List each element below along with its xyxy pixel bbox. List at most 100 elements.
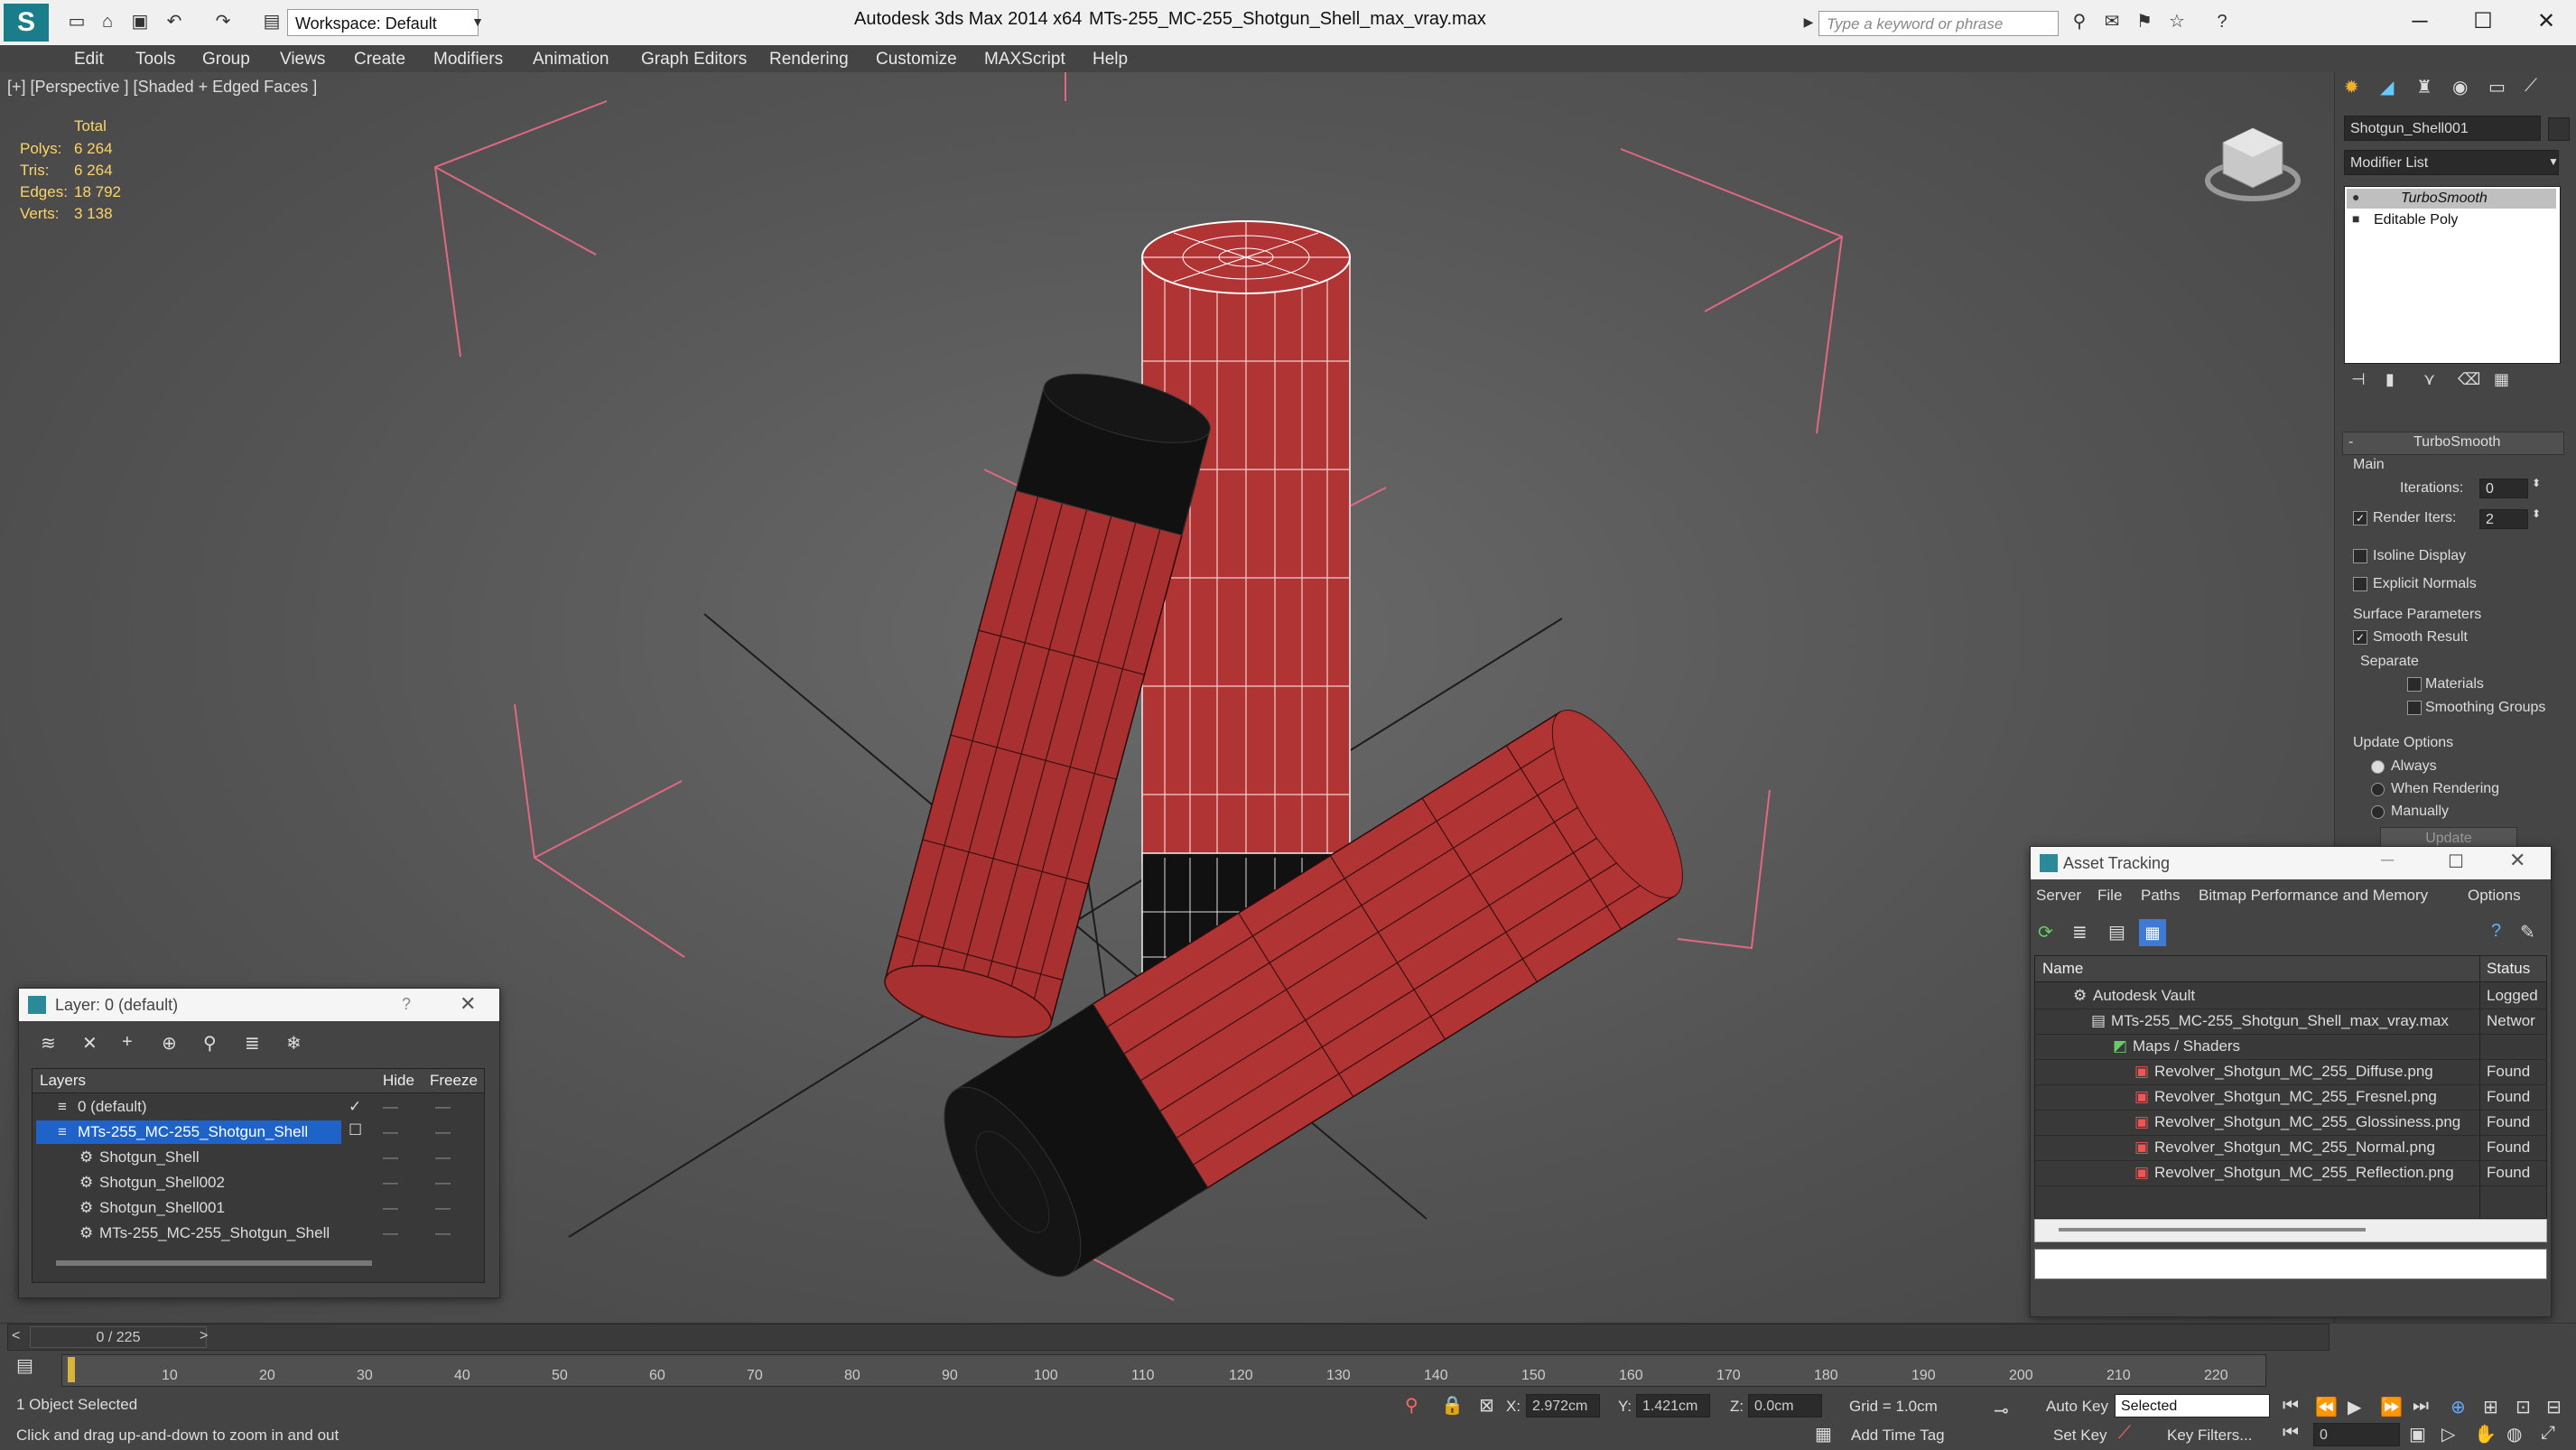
key-filters-label[interactable]: Key Filters... — [2167, 1427, 2252, 1445]
zoom-icon[interactable]: ⊕ — [2450, 1396, 2466, 1418]
col-status[interactable]: Status — [2487, 960, 2530, 978]
layer-window-titlebar[interactable]: Layer: 0 (default) ? ✕ — [19, 989, 499, 1021]
asset-row-max-file[interactable]: ▤ MTs-255_MC-255_Shotgun_Shell_max_vray.… — [2035, 1008, 2546, 1035]
isoline-display-checkbox[interactable] — [2353, 549, 2367, 563]
pin-icon[interactable]: ✎ — [2520, 921, 2535, 943]
layer-horizontal-scrollbar[interactable] — [56, 1260, 372, 1266]
modify-tab-icon[interactable]: ◢ — [2380, 76, 2394, 98]
table-view-icon[interactable]: ▤ — [2108, 921, 2125, 943]
hierarchy-tab-icon[interactable]: ♜ — [2416, 76, 2432, 98]
set-key-label[interactable]: Set Key — [2053, 1427, 2107, 1445]
asset-row-texture[interactable]: ▣ Revolver_Shotgun_MC_255_Glossiness.png… — [2035, 1110, 2546, 1136]
refresh-icon[interactable]: ⟳ — [2038, 921, 2053, 943]
delete-layer-icon[interactable]: ✕ — [82, 1032, 98, 1055]
select-in-layer-icon[interactable]: ⊕ — [162, 1032, 177, 1055]
create-tab-icon[interactable]: ✹ — [2344, 76, 2359, 98]
isolate-selection-icon[interactable]: ⚲ — [1405, 1394, 1418, 1417]
smooth-result-checkbox[interactable]: ✓ — [2353, 630, 2367, 645]
materials-checkbox[interactable] — [2407, 677, 2422, 692]
track-bar-icon[interactable]: ▤ — [16, 1354, 33, 1377]
current-layer-check-icon[interactable]: ✓ — [349, 1098, 361, 1116]
menu-graph-editors[interactable]: Graph Editors — [641, 50, 747, 70]
freeze-toggle[interactable]: — — [435, 1224, 451, 1242]
slider-next-icon[interactable]: > — [200, 1328, 208, 1344]
modifier-list-chevron-icon[interactable]: ▼ — [2548, 155, 2559, 168]
asset-row-maps[interactable]: ◩ Maps / Shaders — [2035, 1034, 2546, 1060]
app-logo-icon[interactable]: S — [4, 4, 49, 42]
iterations-spinner-arrows-icon[interactable]: ⬍ — [2532, 477, 2541, 489]
asset-close-icon[interactable]: ✕ — [2509, 849, 2525, 872]
x-coordinate-field[interactable]: 2.972cm — [1526, 1394, 1600, 1417]
layer-row[interactable]: ⚙ Shotgun_Shell002 — — — [33, 1170, 484, 1195]
freeze-toggle[interactable]: — — [435, 1199, 451, 1217]
time-slider-thumb[interactable]: 0 / 225 — [30, 1326, 207, 1348]
time-slider[interactable]: < 0 / 225 > — [7, 1324, 2330, 1351]
smoothing-groups-checkbox[interactable] — [2407, 701, 2422, 715]
freeze-all-layers-icon[interactable]: ❄ — [286, 1032, 302, 1055]
add-time-tag-label[interactable]: Add Time Tag — [1851, 1427, 1945, 1445]
freeze-toggle[interactable]: — — [435, 1123, 451, 1141]
manually-radio[interactable] — [2371, 805, 2385, 819]
menu-tools[interactable]: Tools — [135, 50, 175, 70]
pin-stack-icon[interactable]: ⊣ — [2351, 370, 2366, 389]
menu-rendering[interactable]: Rendering — [769, 50, 849, 70]
asset-path-field[interactable] — [2034, 1249, 2547, 1279]
layer-row[interactable]: ≡ 0 (default) ✓ — — — [33, 1094, 484, 1120]
zoom-all-icon[interactable]: ⊞ — [2483, 1396, 2498, 1418]
absolute-mode-icon[interactable]: ⊠ — [1479, 1394, 1494, 1417]
freeze-toggle[interactable]: — — [435, 1148, 451, 1167]
binoculars-icon[interactable]: ⚲ — [2068, 11, 2091, 33]
zoom-extents-all-icon[interactable]: ⊟ — [2546, 1396, 2562, 1418]
z-coordinate-field[interactable]: 0.0cm — [1748, 1394, 1822, 1417]
always-radio[interactable] — [2371, 760, 2385, 774]
selection-lock-icon[interactable]: 🔒 — [1441, 1394, 1464, 1417]
configure-sets-icon[interactable]: ▦ — [2494, 370, 2509, 389]
expand-icon[interactable]: ■ — [2352, 211, 2359, 226]
freeze-toggle[interactable]: — — [435, 1174, 451, 1192]
motion-tab-icon[interactable]: ◉ — [2452, 76, 2468, 98]
utilities-tab-icon[interactable]: ⟋ — [2525, 76, 2537, 97]
undo-icon[interactable]: ↶ — [163, 11, 186, 33]
list-view-icon[interactable]: ≣ — [2072, 921, 2088, 943]
hide-toggle[interactable]: — — [383, 1123, 398, 1141]
add-to-layer-icon[interactable]: + — [122, 1032, 133, 1053]
hide-toggle[interactable]: — — [383, 1174, 398, 1192]
create-layer-icon[interactable]: ≋ — [41, 1032, 56, 1055]
asset-menu-paths[interactable]: Paths — [2141, 887, 2180, 905]
key-mode-toggle-icon[interactable]: ⏮ — [2283, 1423, 2299, 1444]
field-of-view-icon[interactable]: ▷ — [2441, 1423, 2455, 1445]
col-freeze[interactable]: Freeze — [430, 1072, 478, 1090]
menu-animation[interactable]: Animation — [533, 50, 609, 70]
auto-key-label[interactable]: Auto Key — [2046, 1398, 2108, 1416]
object-name-field[interactable]: Shotgun_Shell001 — [2344, 116, 2541, 141]
asset-maximize-icon[interactable]: ☐ — [2448, 850, 2464, 873]
current-frame-marker[interactable] — [68, 1357, 75, 1382]
scrollbar-thumb[interactable] — [2059, 1228, 2366, 1232]
viewport-label[interactable]: [+] [Perspective ] [Shaded + Edged Faces… — [7, 78, 317, 97]
play-icon[interactable]: ▶ — [2348, 1396, 2361, 1418]
orbit-icon[interactable]: ◍ — [2506, 1423, 2522, 1445]
asset-menu-options[interactable]: Options — [2468, 887, 2521, 905]
highlight-layer-icon[interactable]: ⚲ — [203, 1032, 217, 1055]
redo-icon[interactable]: ↷ — [211, 11, 235, 33]
asset-menu-file[interactable]: File — [2097, 887, 2122, 905]
pan-view-icon[interactable]: ✋ — [2474, 1423, 2497, 1445]
layer-row[interactable]: ⚙ MTs-255_MC-255_Shotgun_Shell — — — [33, 1221, 484, 1246]
layer-help-icon[interactable]: ? — [402, 995, 411, 1014]
hide-all-layers-icon[interactable]: ≣ — [245, 1032, 260, 1055]
hide-toggle[interactable]: — — [383, 1224, 398, 1242]
stack-item-turbosmooth[interactable]: ● TurboSmooth — [2347, 189, 2556, 209]
maximize-icon[interactable]: ☐ — [2458, 5, 2508, 38]
layer-row[interactable]: ⚙ Shotgun_Shell — — — [33, 1145, 484, 1170]
zoom-extents-icon[interactable]: ⊡ — [2516, 1396, 2531, 1418]
new-file-icon[interactable]: ▭ — [65, 11, 88, 33]
asset-menu-server[interactable]: Server — [2036, 887, 2081, 905]
key-mode-icon[interactable]: ⊸ — [1994, 1399, 2009, 1422]
time-tag-icon[interactable]: ▦ — [1815, 1423, 1832, 1445]
explicit-normals-checkbox[interactable] — [2353, 577, 2367, 591]
current-layer-box-icon[interactable]: ☐ — [349, 1121, 362, 1139]
show-end-result-icon[interactable]: ▮ — [2385, 370, 2395, 389]
workspace-dropdown[interactable]: Workspace: Default — [287, 9, 479, 36]
maximize-viewport-icon[interactable]: ⤢ — [2541, 1423, 2555, 1444]
menu-views[interactable]: Views — [280, 50, 325, 70]
